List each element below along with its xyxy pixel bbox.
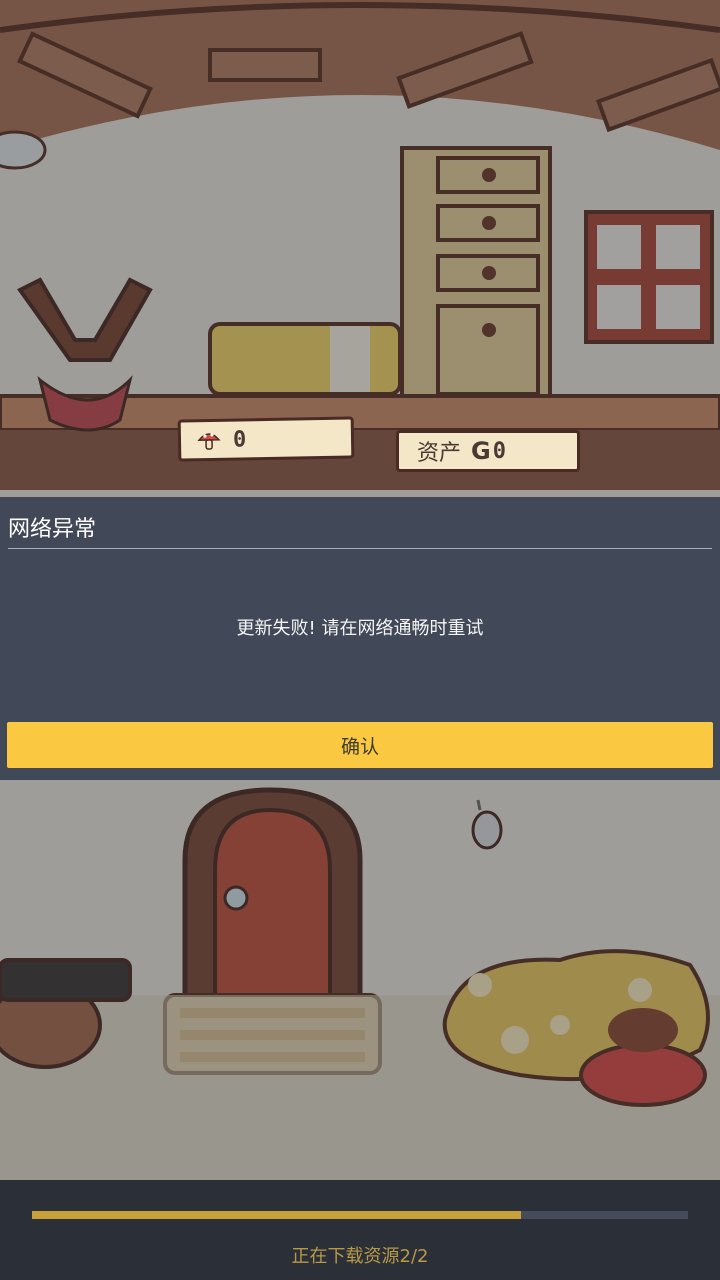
dialog-message: 更新失败! 请在网络通畅时重试 xyxy=(236,618,484,639)
download-progress-fill xyxy=(32,1211,521,1219)
dialog-divider xyxy=(8,548,712,549)
asset-label: 资产 xyxy=(417,441,462,466)
mushroom-count: 0 xyxy=(232,426,247,453)
network-error-dialog: 网络异常 更新失败! 请在网络通畅时重试 确认 xyxy=(0,497,720,780)
dialog-title: 网络异常 xyxy=(8,517,97,542)
mushroom-counter: 0 xyxy=(177,416,355,462)
mushroom-icon xyxy=(197,433,221,450)
download-status-text: 正在下载资源2/2 xyxy=(291,1246,429,1267)
confirm-button[interactable]: 确认 xyxy=(7,722,713,768)
gold-coin-icon: G xyxy=(471,437,491,465)
download-status-bar: 正在下载资源2/2 xyxy=(0,1180,720,1280)
asset-count: 0 xyxy=(492,438,506,464)
download-progress-track xyxy=(32,1211,688,1219)
asset-counter: 资产 G 0 xyxy=(396,430,580,472)
dresser xyxy=(400,146,552,400)
